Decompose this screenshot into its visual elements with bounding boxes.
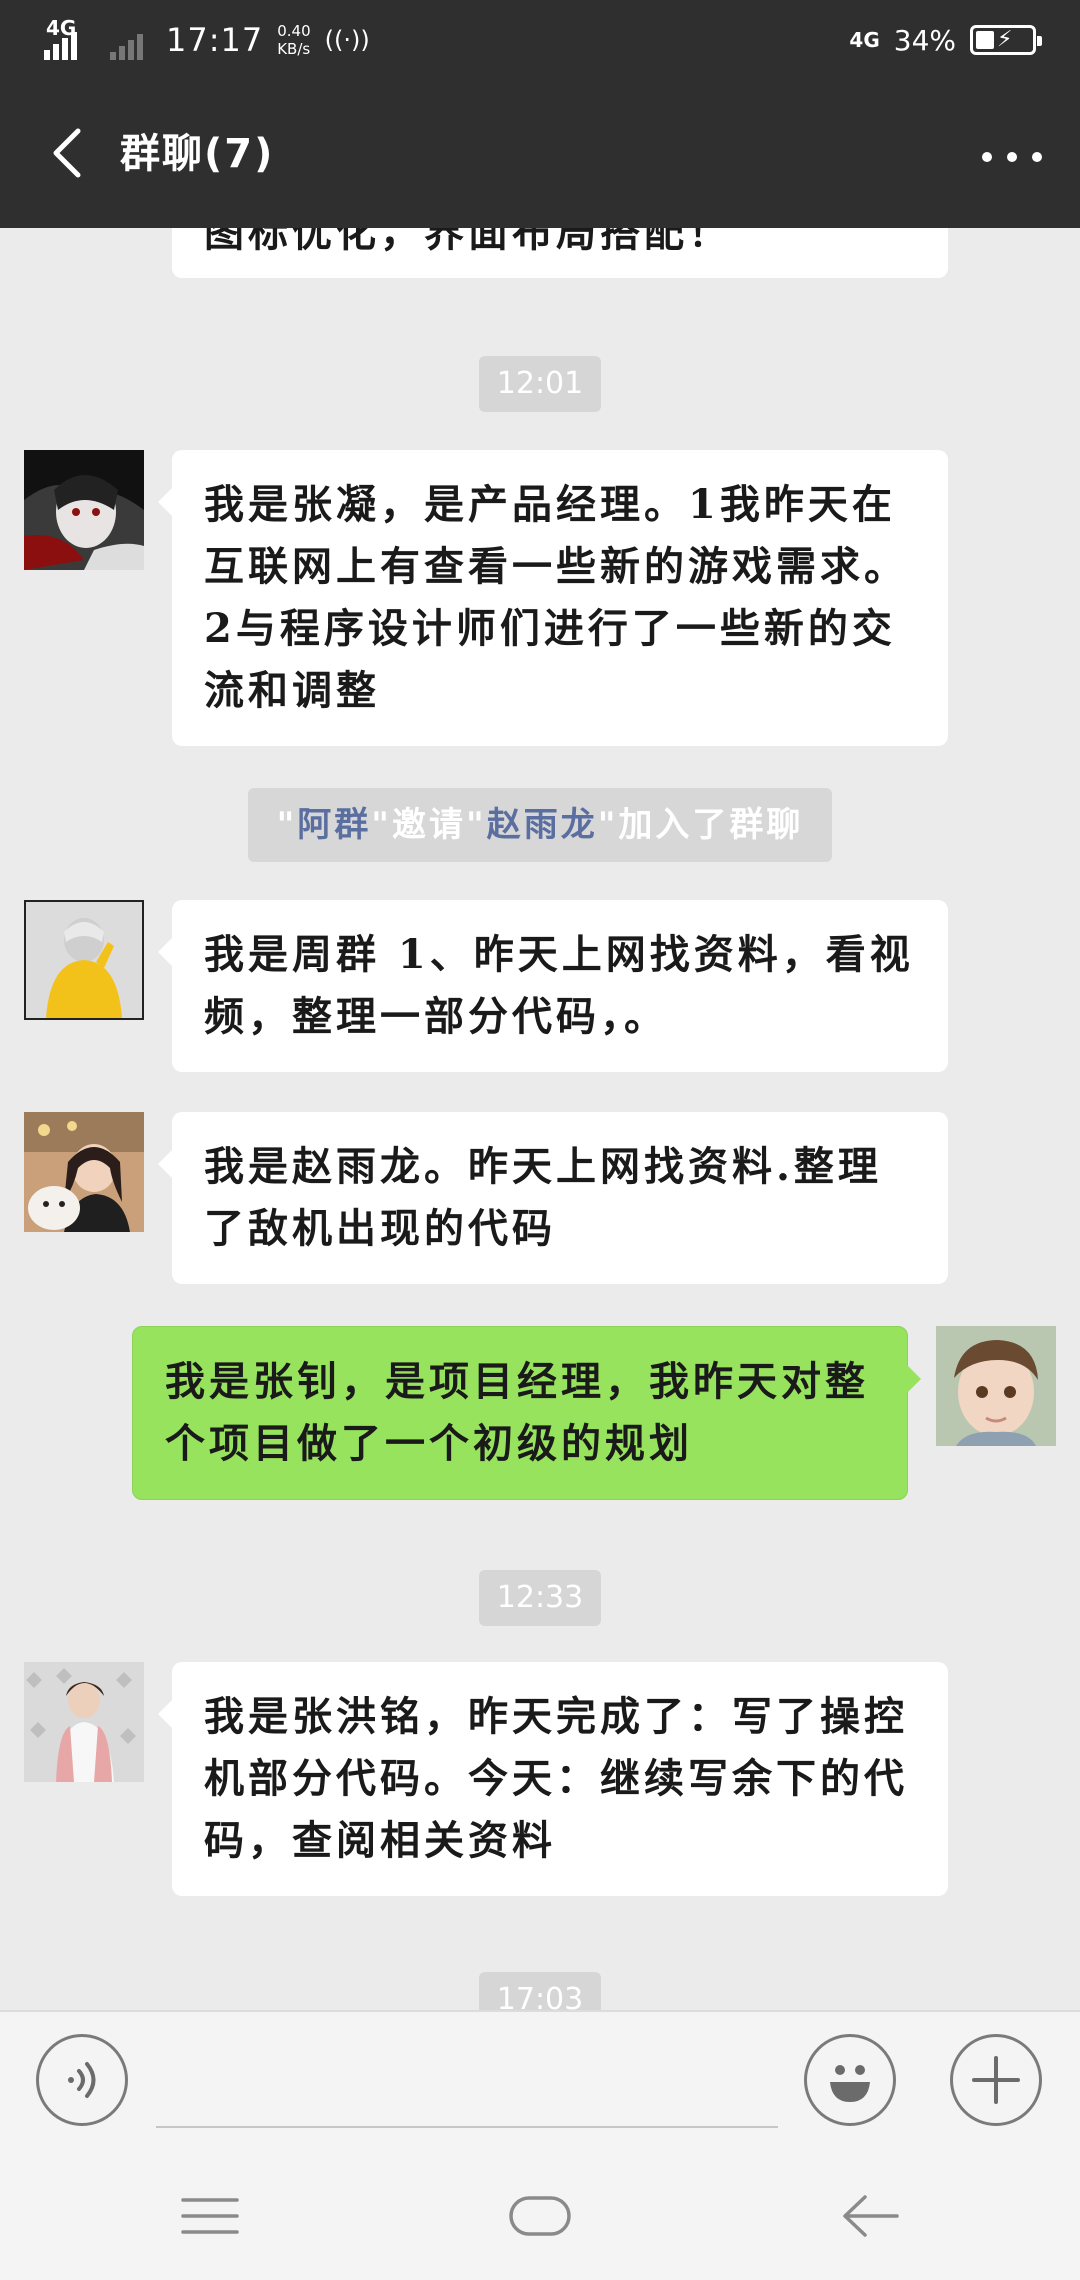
inviter-name[interactable]: 阿群 [297, 805, 371, 845]
signal-4g-icon: 4G [44, 16, 96, 60]
message-input[interactable] [156, 2126, 778, 2128]
voice-input-button[interactable] [36, 2034, 128, 2126]
battery-percent: 34% [893, 23, 956, 57]
status-bar: 4G 17:17 0.40 KB/s ((·)) 4G 34% ⚡ [0, 0, 1080, 80]
chat-header: 群聊(7) [0, 80, 1080, 228]
message-bubble[interactable]: 我是张洪铭，昨天完成了：写了操控机部分代码。今天：继续写余下的代码，查阅相关资料 [158, 1662, 948, 1896]
emoji-button[interactable] [804, 2034, 896, 2126]
message-bubble-self[interactable]: 我是张钊，是项目经理，我昨天对整个项目做了一个初级的规划 [132, 1326, 921, 1500]
message-timestamp: 17:03 [479, 1972, 601, 2010]
chat-title: 群聊(7) [120, 131, 275, 177]
clock: 17:17 [166, 21, 264, 59]
avatar[interactable] [24, 900, 144, 1020]
hotspot-icon: ((·)) [324, 26, 370, 54]
avatar[interactable] [24, 450, 144, 570]
avatar[interactable] [24, 1112, 144, 1232]
nav-menu-button[interactable] [170, 2186, 250, 2246]
message-input-bar [0, 2010, 1080, 2156]
menu-icon [181, 2198, 239, 2234]
message-timestamp: 12:01 [479, 356, 601, 412]
back-arrow-icon [843, 2195, 899, 2237]
nav-back-button[interactable] [830, 2186, 910, 2246]
avatar-self[interactable] [936, 1326, 1056, 1446]
emoji-icon [830, 2065, 870, 2102]
message-bubble[interactable]: 我是赵雨龙。昨天上网找资料.整理了敌机出现的代码 [158, 1112, 948, 1284]
nav-home-button[interactable] [500, 2186, 580, 2246]
back-button[interactable] [40, 126, 94, 180]
dot-icon [1007, 152, 1017, 162]
more-functions-button[interactable] [950, 2034, 1042, 2126]
message-timestamp: 12:33 [479, 1570, 601, 1626]
signal-weak-icon [110, 20, 152, 60]
battery-icon: ⚡ [970, 25, 1042, 55]
avatar[interactable] [24, 1662, 144, 1782]
home-icon [509, 2196, 571, 2236]
message-bubble[interactable]: 我是张凝，是产品经理。1我昨天在互联网上有查看一些新的游戏需求。2与程序设计师们… [158, 450, 948, 746]
chevron-left-icon [53, 128, 81, 178]
system-navigation-bar [0, 2156, 1080, 2280]
message-bubble[interactable]: 图标优化，界面布局搭配！ [172, 228, 948, 278]
invitee-name[interactable]: 赵雨龙 [487, 805, 598, 845]
message-list[interactable]: 图标优化，界面布局搭配！ 12:01 我是张凝，是产品经理。1我昨天在互联网上有… [0, 228, 1080, 2010]
network-4g-icon: 4G [849, 28, 880, 52]
network-speed: 0.40 KB/s [277, 22, 311, 58]
plus-icon [972, 2056, 1020, 2104]
dot-icon [982, 152, 992, 162]
more-options-button[interactable] [982, 132, 1042, 182]
system-notice: "阿群"邀请"赵雨龙"加入了群聊 [248, 788, 832, 862]
voice-icon [68, 2062, 96, 2098]
dot-icon [1032, 152, 1042, 162]
message-bubble[interactable]: 我是周群 1、昨天上网找资料，看视频，整理一部分代码，。 [158, 900, 948, 1072]
